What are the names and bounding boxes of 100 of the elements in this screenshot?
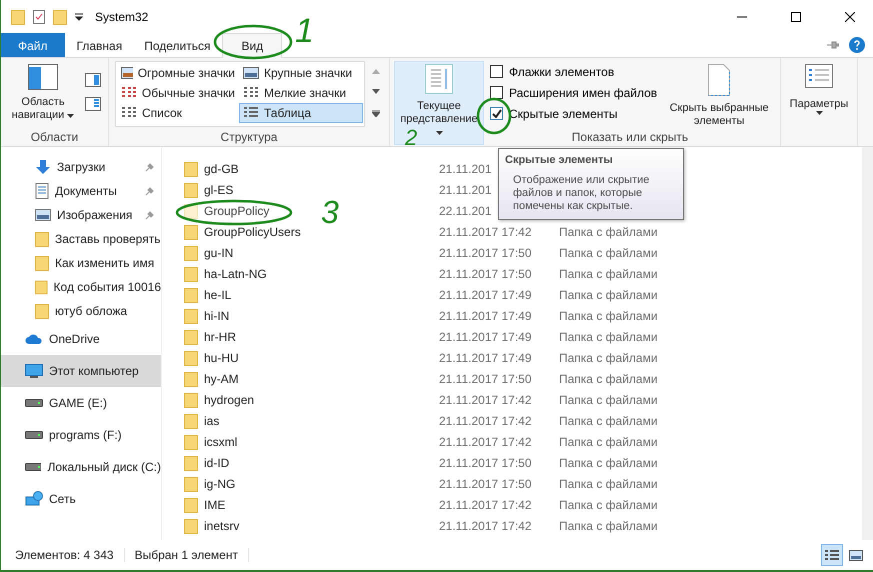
caret-icon[interactable] [75, 12, 83, 20]
folder-icon [35, 255, 49, 271]
sidebar-label: OneDrive [49, 332, 100, 346]
checklist-icon[interactable] [33, 10, 45, 24]
type-cell: Папка с файлами [559, 266, 658, 280]
checkbox[interactable] [490, 86, 503, 99]
date-cell-text: 21.11.2017 17:50 [439, 246, 533, 260]
sidebar-item[interactable]: Этот компьютер [1, 355, 161, 387]
type-cell: Папка с файлами [559, 518, 658, 532]
tooltip-text: Отображение или скрытие файлов и папок, которые помечены как скрытые. [512, 174, 650, 213]
help-button[interactable] [849, 37, 865, 53]
sidebar-label: programs (F:) [49, 428, 122, 442]
close-icon [845, 12, 855, 22]
file-name: ig-NG [204, 476, 236, 490]
checkbox-label: Скрытые элементы [509, 106, 618, 120]
file-name: hr-HR [204, 330, 236, 344]
layout-option[interactable]: Обычные значки [117, 83, 239, 103]
sidebar-item[interactable]: Заставь проверять [1, 227, 161, 251]
sidebar-label: Код события 10016 [54, 280, 161, 294]
folder-icon [11, 8, 25, 24]
caret-icon [436, 131, 442, 135]
sidebar-item[interactable]: ютуб обложа [1, 299, 161, 323]
small-grid-icon [243, 86, 259, 100]
file-name: hydrogen [204, 392, 254, 406]
date-cell-text: 21.11.2017 17:42 [439, 434, 533, 448]
ribbon-tab[interactable]: Поделиться [134, 33, 220, 57]
scroll-down-icon[interactable] [372, 89, 380, 94]
file-name: ha-Latn-NG [204, 266, 267, 280]
folder-icon [184, 182, 198, 198]
network-icon [25, 491, 43, 507]
picture-icon [243, 66, 259, 80]
ribbon-tab[interactable]: Главная [66, 33, 132, 57]
drive-icon [25, 398, 43, 408]
sidebar-label: Изображения [57, 208, 132, 222]
cloud-icon [25, 334, 43, 344]
type-cell: Папка с файлами [559, 392, 658, 406]
sidebar-item[interactable]: Сеть [1, 483, 161, 515]
checkbox-label: Флажки элементов [509, 64, 614, 78]
sidebar-label: Сеть [49, 492, 76, 506]
navigation-pane-button[interactable]: Область навигации [5, 61, 81, 129]
sidebar-item[interactable]: Изображения [1, 203, 161, 227]
file-name: gu-IN [204, 246, 234, 260]
details-view-button[interactable] [821, 544, 843, 566]
drive-icon [25, 462, 42, 472]
type-cell: Папка с файлами [559, 308, 658, 322]
type-cell: Папка с файлами [559, 456, 658, 470]
sidebar-item[interactable]: Загрузки [1, 155, 161, 179]
sidebar-item[interactable]: programs (F:) [1, 419, 161, 451]
details-pane-icon[interactable] [85, 97, 101, 111]
checkbox[interactable] [490, 107, 503, 120]
ribbon-tab[interactable]: Вид [222, 33, 282, 58]
sidebar-label: Локальный диск (C:) [47, 460, 161, 474]
table-icon [243, 106, 259, 120]
folder-icon [35, 303, 49, 319]
sidebar-label: GAME (E:) [49, 396, 108, 410]
file-name: id-ID [204, 456, 230, 470]
file-name: GroupPolicy [204, 204, 270, 218]
file-name: GroupPolicyUsers [204, 224, 301, 238]
sidebar-item[interactable]: GAME (E:) [1, 387, 161, 419]
checkbox[interactable] [490, 65, 503, 78]
sidebar-item[interactable]: Как изменить имя [1, 251, 161, 275]
expand-gallery-icon[interactable] [372, 110, 380, 118]
file-name: hy-AM [204, 372, 239, 386]
preview-pane-icon[interactable] [85, 73, 101, 87]
checkbox-label: Расширения имен файлов [509, 86, 658, 100]
layout-option[interactable]: Список [117, 103, 239, 123]
type-cell: Папка с файлами [559, 498, 658, 512]
page-icon [708, 64, 730, 96]
type-cell: Папка с файлами [559, 330, 658, 344]
layout-option[interactable]: Мелкие значки [239, 83, 363, 103]
layout-option[interactable]: Огромные значки [117, 63, 239, 83]
picture-icon [35, 209, 51, 221]
sidebar-label: Заставь проверять [55, 232, 160, 246]
hide-selected-button[interactable]: Скрыть выбранные элементы [663, 61, 776, 127]
file-menu-tab[interactable]: Файл [1, 33, 65, 57]
scrollbar[interactable] [862, 147, 873, 540]
question-mark-icon [854, 40, 860, 50]
checkmark-icon [492, 109, 502, 118]
caret-icon [67, 114, 74, 118]
options-button[interactable]: Параметры [785, 61, 853, 129]
sidebar-item[interactable]: Документы [1, 179, 161, 203]
file-name: inetsrv [204, 518, 240, 532]
folder-icon [184, 350, 198, 366]
sidebar-label: Этот компьютер [49, 364, 139, 378]
folder-icon [184, 518, 198, 534]
monitor-icon [25, 364, 43, 378]
layout-option[interactable]: Таблица [239, 103, 363, 123]
sidebar-item[interactable]: Локальный диск (C:) [1, 451, 161, 483]
file-name: hu-HU [204, 350, 239, 364]
layout-option[interactable]: Крупные значки [239, 63, 363, 83]
pin-icon[interactable] [827, 41, 839, 49]
options-list-icon [805, 64, 833, 88]
sidebar-item[interactable]: OneDrive [1, 323, 161, 355]
folder-icon [184, 454, 198, 470]
annotation-number: 1 [295, 14, 314, 48]
folder-icon [184, 412, 198, 428]
sidebar-item[interactable]: Код события 10016 [1, 275, 161, 299]
folder-icon [35, 231, 49, 247]
maximize-icon [791, 12, 801, 22]
date-cell-text: 21.11.2017 17:42 [439, 518, 533, 532]
